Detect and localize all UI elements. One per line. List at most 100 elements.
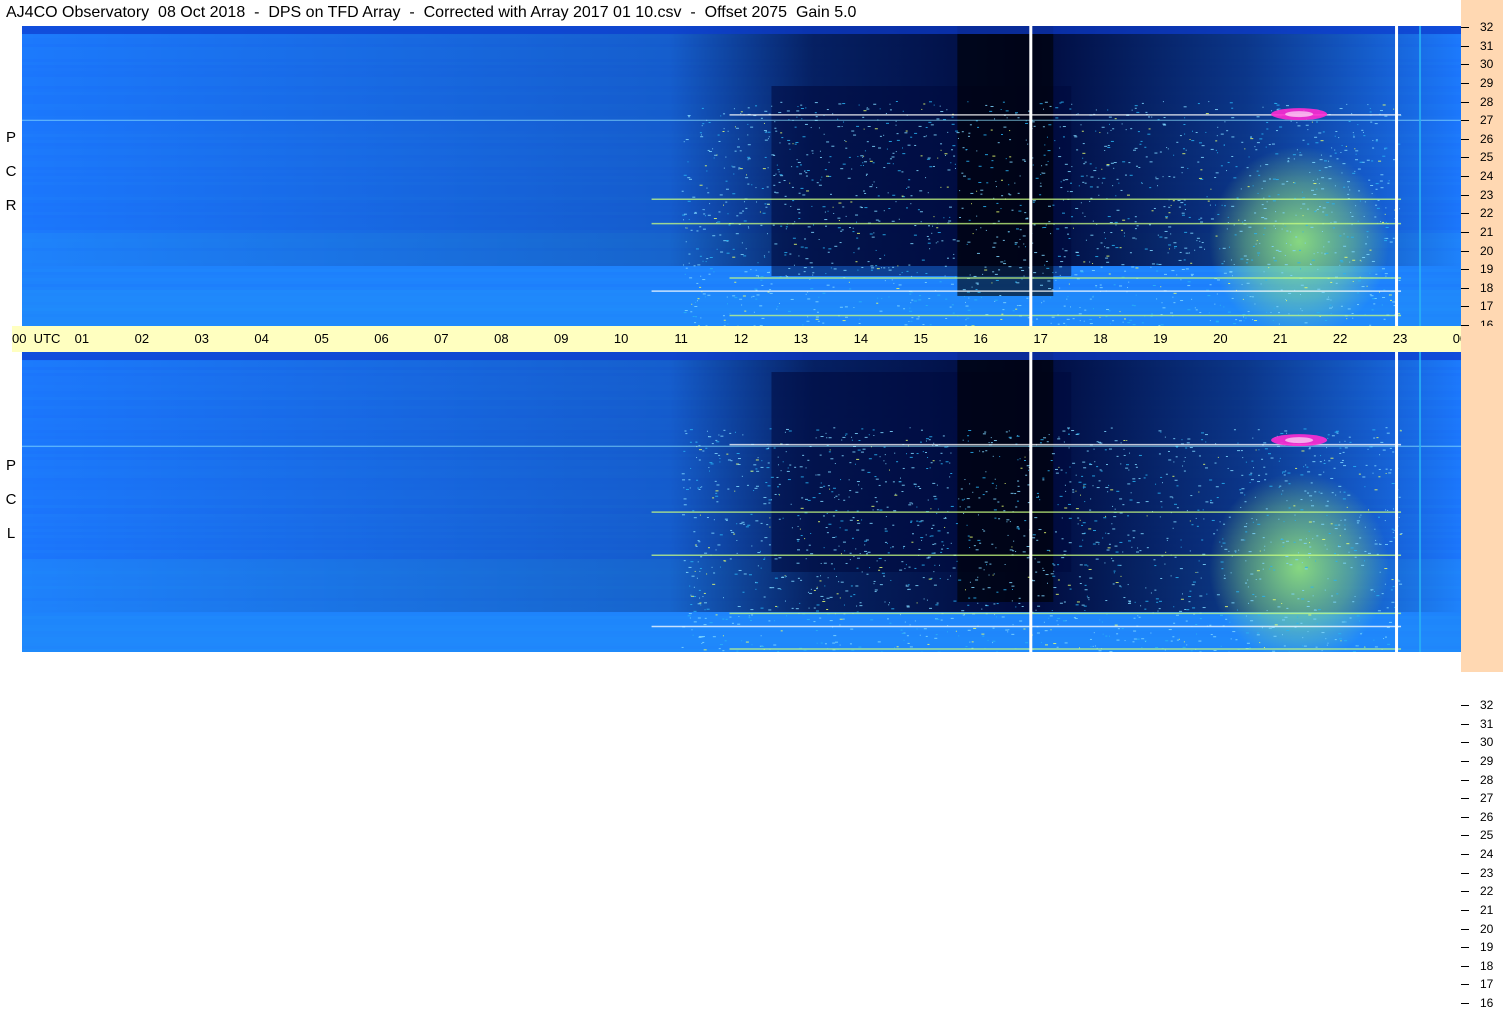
utc-tick-17: 17 <box>1033 326 1047 352</box>
utc-tick-21: 21 <box>1273 326 1287 352</box>
utc-tick-16: 16 <box>973 326 987 352</box>
freq-top-mark-29 <box>1461 83 1469 84</box>
freq-top-tick-31: 31 <box>1480 40 1493 52</box>
freq-bot-tick-26: 26 <box>1480 811 1493 823</box>
lcp-label-c: C <box>4 492 18 526</box>
lcp-rfi-2 <box>730 613 1402 615</box>
freq-top-mark-19 <box>1461 269 1469 270</box>
freq-bot-mark-26 <box>1461 817 1469 818</box>
freq-bot-mark-18 <box>1461 966 1469 967</box>
freq-bot-mark-28 <box>1461 780 1469 781</box>
freq-top-mark-27 <box>1461 120 1469 121</box>
utc-tick-6: 06 <box>374 326 388 352</box>
freq-bot-tick-16: 16 <box>1480 997 1493 1009</box>
freq-bot-tick-30: 30 <box>1480 736 1493 748</box>
utc-tick-2: 02 <box>135 326 149 352</box>
lcp-label-l: L <box>4 526 18 560</box>
utc-tick-7: 07 <box>434 326 448 352</box>
freq-bot-tick-31: 31 <box>1480 718 1493 730</box>
freq-bot-mark-25 <box>1461 835 1469 836</box>
utc-tick-22: 22 <box>1333 326 1347 352</box>
lcp-burst-core <box>1285 437 1313 443</box>
freq-top-mark-24 <box>1461 176 1469 177</box>
utc-axis: 00 UTC0102030405060708091011121314151617… <box>12 326 1462 352</box>
lcp-vline-1 <box>1395 352 1398 652</box>
freq-bot-tick-24: 24 <box>1480 848 1493 860</box>
freq-bot-tick-25: 25 <box>1480 829 1493 841</box>
utc-tick-18: 18 <box>1093 326 1107 352</box>
freq-top-mark-32 <box>1461 27 1469 28</box>
utc-tick-5: 05 <box>314 326 328 352</box>
rcp-rfi-27 <box>22 120 1461 121</box>
freq-bot-tick-19: 19 <box>1480 941 1493 953</box>
rcp-rfi-1 <box>652 223 1401 225</box>
lcp-label-p: P <box>4 458 18 492</box>
rcp-rfi-2 <box>730 277 1402 279</box>
freq-top-mark-30 <box>1461 64 1469 65</box>
lcp-label: P C L <box>4 458 18 560</box>
freq-top-tick-30: 30 <box>1480 58 1493 70</box>
freq-bot-tick-27: 27 <box>1480 792 1493 804</box>
freq-top-mark-26 <box>1461 139 1469 140</box>
utc-tick-19: 19 <box>1153 326 1167 352</box>
freq-top-tick-24: 24 <box>1480 170 1493 182</box>
freq-bot-mark-31 <box>1461 724 1469 725</box>
freq-bot-mark-20 <box>1461 929 1469 930</box>
freq-top-tick-21: 21 <box>1480 226 1493 238</box>
freq-top-tick-22: 22 <box>1480 207 1493 219</box>
rcp-label: P C R <box>4 130 18 232</box>
freq-bot-mark-19 <box>1461 947 1469 948</box>
rcp-label-p: P <box>4 130 18 164</box>
utc-tick-8: 08 <box>494 326 508 352</box>
freq-bot-mark-32 <box>1461 705 1469 706</box>
freq-bot-mark-16 <box>1461 1003 1469 1004</box>
freq-bot-mark-17 <box>1461 984 1469 985</box>
freq-bot-tick-18: 18 <box>1480 960 1493 972</box>
lcp-spectrogram-svg <box>22 352 1461 652</box>
freq-top-mark-25 <box>1461 157 1469 158</box>
utc-tick-12: 12 <box>734 326 748 352</box>
utc-tick-3: 03 <box>195 326 209 352</box>
lcp-rfi-5 <box>652 511 1401 513</box>
freq-bot-tick-20: 20 <box>1480 923 1493 935</box>
freq-top-tick-26: 26 <box>1480 133 1493 145</box>
freq-top-tick-27: 27 <box>1480 114 1493 126</box>
rcp-label-c: C <box>4 164 18 198</box>
freq-axis-mid <box>1461 326 1503 352</box>
freq-top-tick-20: 20 <box>1480 245 1493 257</box>
rcp-spectrogram-svg <box>22 26 1461 326</box>
freq-top-mark-21 <box>1461 232 1469 233</box>
lcp-rfi-3 <box>652 626 1401 628</box>
freq-bot-tick-32: 32 <box>1480 699 1493 711</box>
freq-bot-tick-23: 23 <box>1480 867 1493 879</box>
freq-bot-tick-22: 22 <box>1480 885 1493 897</box>
utc-tick-15: 15 <box>914 326 928 352</box>
freq-bot-tick-28: 28 <box>1480 774 1493 786</box>
rcp-rfi-5 <box>652 199 1401 201</box>
freq-bot-mark-23 <box>1461 873 1469 874</box>
rcp-vline-0 <box>1029 26 1032 326</box>
freq-bot-mark-21 <box>1461 910 1469 911</box>
freq-bot-mark-29 <box>1461 761 1469 762</box>
utc-tick-9: 09 <box>554 326 568 352</box>
freq-top-tick-23: 23 <box>1480 189 1493 201</box>
rcp-vline-1 <box>1395 26 1398 326</box>
freq-bot-tick-29: 29 <box>1480 755 1493 767</box>
freq-bot-mark-30 <box>1461 742 1469 743</box>
chart-title: AJ4CO Observatory 08 Oct 2018 - DPS on T… <box>6 3 856 23</box>
utc-tick-13: 13 <box>794 326 808 352</box>
freq-top-mark-28 <box>1461 102 1469 103</box>
freq-top-tick-32: 32 <box>1480 21 1493 33</box>
rcp-rfi-3 <box>652 290 1401 292</box>
freq-bot-mark-22 <box>1461 891 1469 892</box>
freq-bot-mark-24 <box>1461 854 1469 855</box>
freq-top-mark-31 <box>1461 46 1469 47</box>
utc-tick-10: 10 <box>614 326 628 352</box>
freq-top-tick-18: 18 <box>1480 282 1493 294</box>
freq-top-tick-19: 19 <box>1480 263 1493 275</box>
freq-top-mark-20 <box>1461 251 1469 252</box>
rcp-label-r: R <box>4 198 18 232</box>
utc-tick-1: 01 <box>75 326 89 352</box>
freq-axis-rcp: 3231302928272625242322212019181716 <box>1461 0 1503 326</box>
freq-bot-mark-27 <box>1461 798 1469 799</box>
